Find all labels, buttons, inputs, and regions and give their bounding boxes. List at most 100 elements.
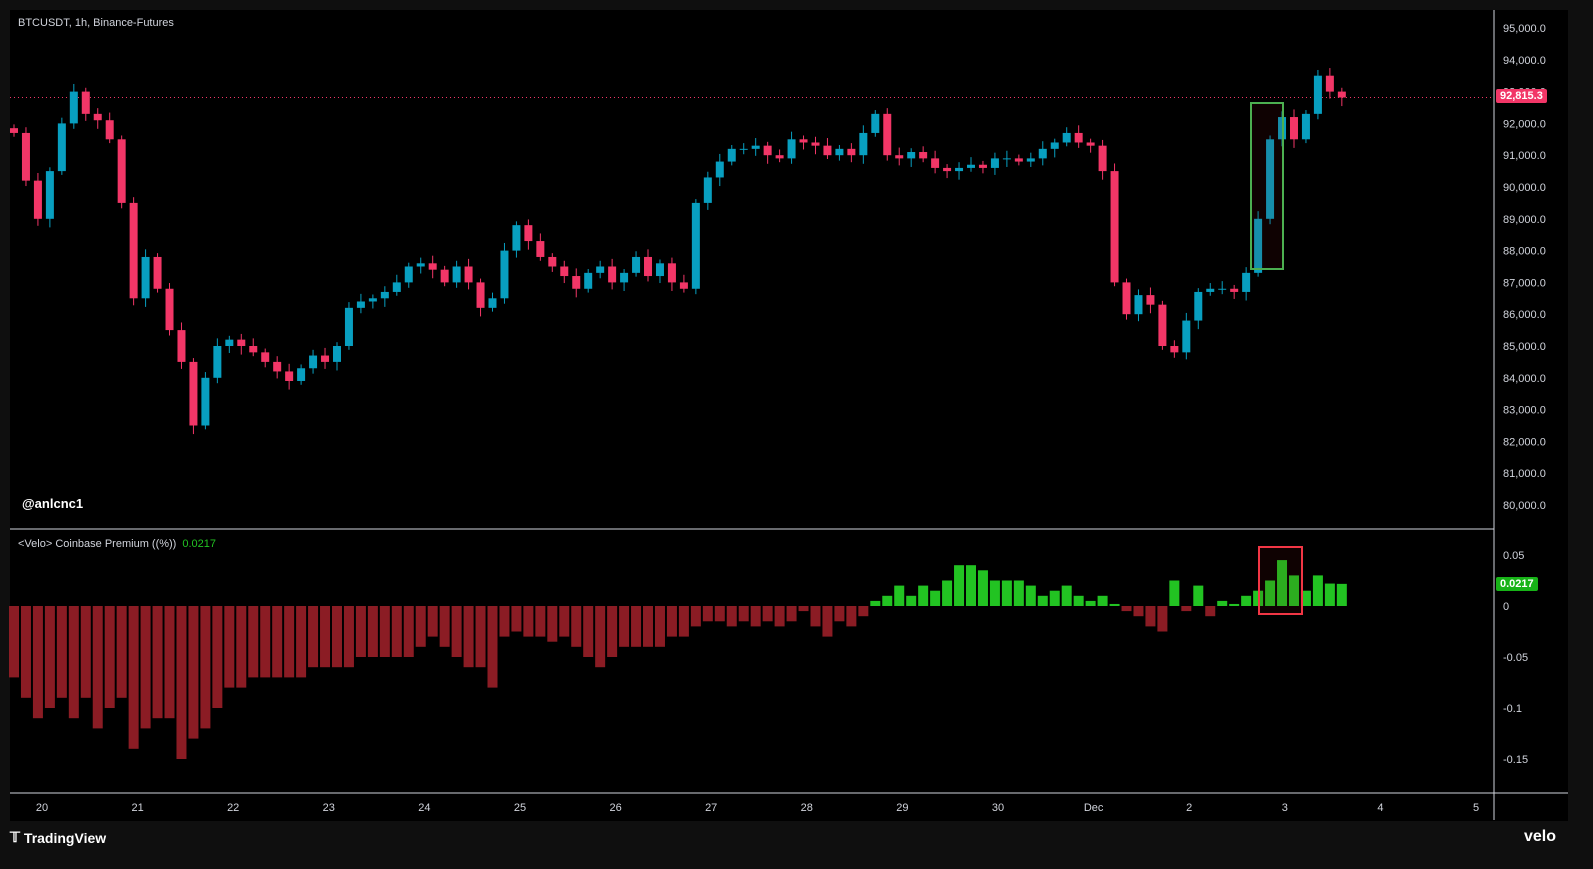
candle bbox=[105, 112, 114, 144]
candle bbox=[799, 135, 808, 150]
premium-bar bbox=[56, 606, 67, 698]
premium-bar bbox=[1312, 575, 1323, 606]
candle-body bbox=[931, 158, 940, 168]
candle bbox=[739, 143, 748, 155]
premium-bar bbox=[1013, 580, 1024, 606]
candle bbox=[919, 146, 928, 163]
candle-body bbox=[368, 298, 377, 302]
candle-body bbox=[344, 307, 353, 346]
time-tick-label: 4 bbox=[1377, 802, 1383, 814]
candle-body bbox=[225, 339, 234, 346]
candle-body bbox=[1289, 117, 1298, 140]
time-tick-label: 20 bbox=[36, 802, 48, 814]
price-tick-label: 94,000.0 bbox=[1503, 55, 1546, 67]
candle-body bbox=[189, 361, 198, 426]
candle bbox=[237, 333, 246, 355]
premium-bar bbox=[104, 606, 115, 708]
premium-bar bbox=[607, 606, 618, 657]
candle-body bbox=[560, 266, 569, 277]
candle bbox=[1182, 312, 1191, 360]
candle bbox=[1206, 283, 1215, 296]
tradingview-logo[interactable]: 𝕋 TradingView bbox=[10, 829, 106, 846]
premium-bar bbox=[1193, 585, 1204, 606]
premium-bar bbox=[762, 606, 773, 622]
candle bbox=[1218, 281, 1227, 295]
candle bbox=[703, 171, 712, 210]
premium-bar bbox=[260, 606, 271, 678]
time-tick-label: Dec bbox=[1084, 802, 1104, 814]
candle-body bbox=[1110, 171, 1119, 283]
candle bbox=[1242, 267, 1251, 301]
candle-body bbox=[488, 298, 497, 308]
premium-bar bbox=[1324, 583, 1335, 606]
candle bbox=[129, 197, 138, 306]
candle bbox=[1134, 289, 1143, 322]
candle bbox=[10, 124, 18, 137]
candle bbox=[45, 167, 54, 228]
chart-canvas[interactable]: 95,000.094,000.093,000.092,000.091,000.0… bbox=[0, 0, 1568, 855]
candle-body bbox=[297, 368, 306, 381]
candle bbox=[620, 269, 629, 291]
premium-bar bbox=[487, 606, 498, 688]
candle-body bbox=[141, 256, 150, 299]
premium-bar bbox=[176, 606, 187, 759]
candle-body bbox=[428, 263, 437, 270]
candle-body bbox=[572, 276, 581, 289]
premium-bar bbox=[212, 606, 223, 708]
premium-bar bbox=[1133, 606, 1144, 617]
candle-body bbox=[859, 132, 868, 156]
price-tick-label: 90,000.0 bbox=[1503, 182, 1546, 194]
candle bbox=[883, 108, 892, 161]
candle-body bbox=[691, 202, 700, 289]
candle bbox=[560, 260, 569, 284]
tradingview-icon: 𝕋 bbox=[10, 829, 20, 845]
candle-body bbox=[895, 155, 904, 159]
candle-body bbox=[1002, 158, 1011, 160]
premium-tick-label: -0.1 bbox=[1503, 703, 1522, 715]
premium-bar bbox=[654, 606, 665, 647]
candle-body bbox=[356, 301, 365, 308]
premium-bar bbox=[643, 606, 654, 647]
candle bbox=[321, 347, 330, 369]
candle-body bbox=[799, 139, 808, 143]
candle-body bbox=[165, 288, 174, 331]
candle bbox=[165, 283, 174, 336]
time-tick-label: 21 bbox=[131, 802, 143, 814]
candle bbox=[608, 258, 617, 290]
price-tick-label: 81,000.0 bbox=[1503, 468, 1546, 480]
candle-body bbox=[416, 263, 425, 267]
premium-bar bbox=[954, 565, 965, 606]
premium-bar bbox=[164, 606, 175, 719]
price-tick-label: 80,000.0 bbox=[1503, 500, 1546, 512]
premium-bar bbox=[547, 606, 558, 642]
candle-body bbox=[177, 330, 186, 362]
premium-bar bbox=[224, 606, 235, 688]
candle-body bbox=[1170, 346, 1179, 353]
premium-bar bbox=[774, 606, 785, 627]
candle-body bbox=[512, 225, 521, 251]
premium-bar bbox=[702, 606, 713, 622]
premium-bar bbox=[977, 570, 988, 606]
premium-bar bbox=[451, 606, 462, 657]
time-tick-label: 23 bbox=[323, 802, 335, 814]
candle-body bbox=[392, 282, 401, 292]
premium-bar bbox=[1049, 590, 1060, 606]
candle-body bbox=[727, 148, 736, 162]
premium-tick-label: 0.05 bbox=[1503, 550, 1524, 562]
premium-bar bbox=[523, 606, 534, 637]
premium-bar bbox=[726, 606, 737, 627]
candle bbox=[859, 125, 868, 164]
price-tick-label: 85,000.0 bbox=[1503, 341, 1546, 353]
candle-body bbox=[93, 113, 102, 121]
candle-body bbox=[1337, 91, 1346, 98]
time-tick-label: 29 bbox=[896, 802, 908, 814]
premium-bar bbox=[989, 580, 1000, 606]
premium-bar bbox=[499, 606, 510, 637]
candle-body bbox=[632, 256, 641, 273]
candle bbox=[775, 149, 784, 163]
candle bbox=[332, 342, 341, 371]
candle-body bbox=[500, 250, 509, 299]
premium-bar bbox=[738, 606, 749, 622]
candle bbox=[1170, 340, 1179, 358]
premium-bar bbox=[320, 606, 331, 668]
